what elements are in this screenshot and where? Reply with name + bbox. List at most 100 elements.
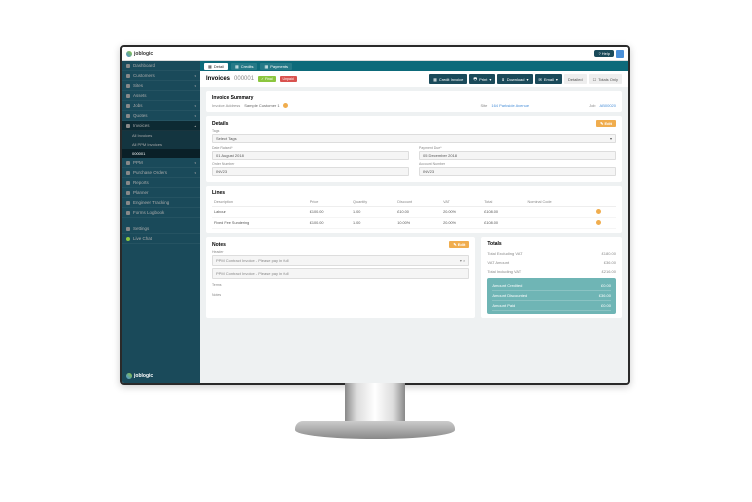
summary-title: Invoice Summary <box>212 95 616 101</box>
nav-label: Sites <box>133 83 143 88</box>
credit-icon: ▦ <box>433 77 437 82</box>
edit-icon[interactable] <box>283 103 288 108</box>
email-icon: ✉ <box>539 77 542 82</box>
check-icon[interactable] <box>596 209 601 214</box>
nav-label: Customers <box>133 73 155 78</box>
nav-label: Live Chat <box>133 236 152 241</box>
sidebar-sub-all-invoices[interactable]: All Invoices <box>122 131 200 140</box>
forms-icon <box>126 211 130 215</box>
email-button[interactable]: ✉Email▾ <box>535 74 562 84</box>
chevron-down-icon: ▾ <box>194 171 196 175</box>
tags-select[interactable]: Select Tags▾ <box>212 134 616 143</box>
file-icon: ▦ <box>208 64 212 69</box>
chevron-down-icon: ▾ <box>527 77 529 82</box>
credit-invoice-button[interactable]: ▦Credit Invoice <box>429 74 467 84</box>
sidebar-item-quotes[interactable]: Quotes▾ <box>122 111 200 121</box>
nav-label: Invoices <box>133 123 150 128</box>
sidebar-item-sites[interactable]: Sites▾ <box>122 81 200 91</box>
totals-row: Amount Credited£0.00 <box>492 281 611 291</box>
status-badge-unpaid: Unpaid <box>280 76 297 82</box>
total-value: £0.00 <box>601 283 611 288</box>
nav-label: Quotes <box>133 113 148 118</box>
input-value: PPM Contract Invoice - Please pay in ful… <box>216 258 288 263</box>
btn-label: Credit Invoice <box>439 77 463 82</box>
totals-row: Amount Discounted£36.00 <box>492 291 611 301</box>
col-disc: Discount <box>395 198 441 207</box>
total-value: £180.00 <box>602 251 616 256</box>
sidebar-item-tracking[interactable]: Engineer Tracking <box>122 198 200 208</box>
order-label: Order Number <box>212 162 409 166</box>
total-label: Total Excluding VAT <box>487 251 522 256</box>
top-bar: joblogic ? Help <box>122 47 628 61</box>
date-raised-input[interactable]: 01 August 2018 <box>212 151 409 160</box>
brand-logo[interactable]: joblogic <box>126 51 153 57</box>
check-icon[interactable] <box>596 220 601 225</box>
cell <box>526 207 594 218</box>
sidebar-item-assets[interactable]: Assets <box>122 91 200 101</box>
sidebar-item-ppm[interactable]: PPM▾ <box>122 158 200 168</box>
detailed-toggle[interactable]: Detailed <box>564 74 587 84</box>
sidebar-item-customers[interactable]: Customers▾ <box>122 71 200 81</box>
brand-text: joblogic <box>134 373 153 379</box>
sidebar-item-forms[interactable]: Forms Logbook <box>122 208 200 218</box>
sidebar-item-dashboard[interactable]: Dashboard <box>122 61 200 71</box>
account-label: Account Number <box>419 162 616 166</box>
sidebar-item-jobs[interactable]: Jobs ▾ <box>122 101 200 111</box>
nav-label: Reports <box>133 180 149 185</box>
sidebar-item-reports[interactable]: Reports <box>122 178 200 188</box>
terms-label: Terms <box>212 283 469 287</box>
sidebar-item-settings[interactable]: Settings <box>122 224 200 234</box>
clear-icon[interactable]: ▾ × <box>460 258 465 263</box>
download-button[interactable]: ⬇Download▾ <box>497 74 532 84</box>
sidebar-item-chat[interactable]: Live Chat <box>122 234 200 244</box>
nav-label: Planner <box>133 190 149 195</box>
cell: 1.00 <box>351 207 395 218</box>
notes-line-input[interactable]: PPM Contract Invoice - Please pay in ful… <box>212 268 469 279</box>
tab-detail[interactable]: ▦Detail <box>204 63 228 70</box>
totals-title: Totals <box>487 241 616 247</box>
btn-label: Totals Only <box>598 77 618 82</box>
totals-only-toggle[interactable]: ☐Totals Only <box>589 74 622 84</box>
sidebar: Dashboard Customers▾ Sites▾ Assets Jobs▾… <box>122 61 200 383</box>
chevron-down-icon: ▾ <box>194 104 196 108</box>
tab-payments[interactable]: ▦Payments <box>260 63 292 70</box>
sidebar-footer-logo: joblogic <box>126 373 153 379</box>
account-input[interactable]: INV23 <box>419 167 616 176</box>
summary-job-link[interactable]: AB00020 <box>600 103 616 108</box>
sidebar-item-po[interactable]: Purchase Orders ▾ <box>122 168 200 178</box>
pencil-icon: ✎ <box>453 242 456 247</box>
download-icon: ⬇ <box>501 77 504 82</box>
monitor-stand <box>295 383 455 453</box>
sidebar-sub-current[interactable]: 000001 <box>122 149 200 158</box>
chevron-down-icon: ▾ <box>194 161 196 165</box>
notes-title: Notes <box>212 242 226 248</box>
notes-card: Notes✎Edit Header PPM Contract Invoice -… <box>206 237 475 318</box>
payment-due-label: Payment Due* <box>419 146 616 150</box>
table-row[interactable]: Labour£100.001.00£10.0020.00%£108.00 <box>212 207 616 218</box>
sidebar-sub-all-ppm[interactable]: All PPM Invoices <box>122 140 200 149</box>
table-row[interactable]: Fixed Fee Sundering£100.001.0010.00%20.0… <box>212 218 616 229</box>
avatar[interactable] <box>616 50 624 58</box>
main-content: ▦Detail ▦Credits ▦Payments Invoices 0000… <box>200 61 628 383</box>
order-input[interactable]: INV23 <box>212 167 409 176</box>
col-total: Total <box>482 198 525 207</box>
notes-header-input[interactable]: PPM Contract Invoice - Please pay in ful… <box>212 255 469 266</box>
chevron-down-icon: ▾ <box>610 136 612 141</box>
sidebar-item-planner[interactable]: Planner <box>122 188 200 198</box>
tab-credits[interactable]: ▦Credits <box>231 63 257 70</box>
nav-label: Jobs <box>133 103 143 108</box>
help-button[interactable]: ? Help <box>594 50 614 57</box>
payment-due-input[interactable]: 05 December 2018 <box>419 151 616 160</box>
nav-label: Purchase Orders <box>133 170 167 175</box>
col-qty: Quantity <box>351 198 395 207</box>
logo-icon <box>126 51 132 57</box>
tab-label: Payments <box>270 64 288 69</box>
details-edit-button[interactable]: ✎Edit <box>596 120 616 127</box>
print-button[interactable]: 🖶Print▾ <box>469 74 495 84</box>
notes-edit-button[interactable]: ✎Edit <box>449 241 469 248</box>
total-value: £216.00 <box>602 269 616 274</box>
summary-site-link[interactable]: 164 Parkside Avenue <box>491 103 529 108</box>
summary-card: Invoice Summary Invoice Address Sample C… <box>206 91 622 112</box>
sidebar-item-invoices[interactable]: Invoices▴ <box>122 121 200 131</box>
tab-bar: ▦Detail ▦Credits ▦Payments <box>200 61 628 71</box>
